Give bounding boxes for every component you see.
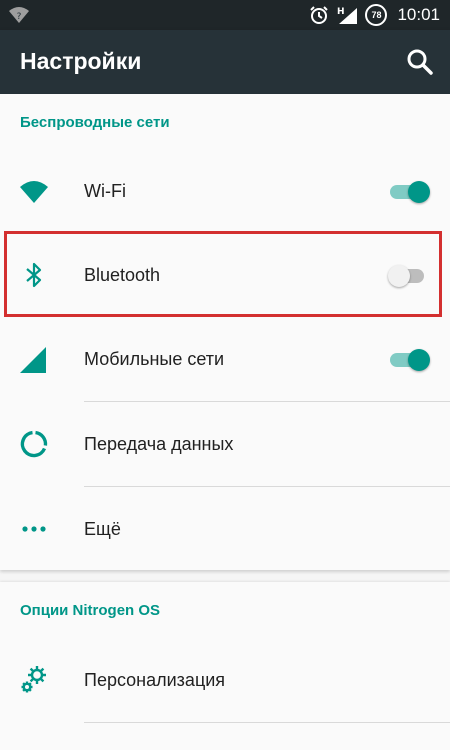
page-title: Настройки [20, 48, 142, 74]
mobile-networks-toggle[interactable] [388, 349, 430, 371]
wireless-networks-card: Беспроводные сети Wi-Fi Bluetooth Мобиль… [0, 94, 450, 570]
setting-row-more[interactable]: Ещё [0, 487, 450, 571]
data-usage-icon [20, 430, 48, 458]
battery-level: 78 [371, 10, 382, 20]
app-bar: Настройки [0, 30, 450, 94]
setting-row-personalization[interactable]: Персонализация [0, 638, 450, 722]
bluetooth-toggle[interactable] [388, 265, 428, 287]
battery-icon: 78 [365, 4, 388, 26]
wifi-toggle[interactable] [388, 181, 430, 203]
setting-label-more: Ещё [84, 519, 121, 539]
wifi-signal-unknown-icon: ? [9, 7, 29, 23]
cellular-signal-icon [20, 347, 46, 373]
wifi-icon [20, 181, 48, 203]
mobile-networks-toggle-thumb [408, 349, 430, 371]
bluetooth-icon [26, 262, 42, 288]
setting-row-wifi[interactable]: Wi-Fi [0, 149, 450, 233]
setting-row-data-usage[interactable]: Передача данных [0, 402, 450, 486]
divider [84, 722, 450, 723]
setting-label-bluetooth: Bluetooth [84, 265, 161, 285]
setting-row-mobile-networks[interactable]: Мобильные сети [0, 317, 450, 401]
section-header-wireless: Беспроводные сети [20, 114, 170, 131]
nitrogen-options-card: Опции Nitrogen OS Персонализация [0, 582, 450, 750]
bluetooth-toggle-thumb [388, 265, 410, 287]
alarm-clock-icon [310, 6, 329, 24]
status-bar: ? H 78 10:01 [0, 0, 450, 30]
setting-label-mobile-networks: Мобильные сети [84, 349, 225, 369]
wifi-toggle-thumb [408, 181, 430, 203]
mobile-signal-icon: H [337, 7, 358, 24]
setting-label-personalization: Персонализация [84, 670, 226, 690]
setting-row-bluetooth[interactable]: Bluetooth [0, 233, 450, 317]
more-dots-icon [22, 526, 46, 532]
gears-icon [21, 666, 46, 693]
search-icon[interactable] [404, 46, 436, 78]
setting-label-data-usage: Передача данных [84, 434, 234, 454]
section-header-nitrogen: Опции Nitrogen OS [20, 602, 161, 619]
network-type-label: H [337, 7, 345, 17]
clock: 10:01 [397, 5, 440, 24]
svg-text:?: ? [17, 12, 22, 22]
status-icons: H 78 10:01 [309, 4, 440, 26]
setting-label-wifi: Wi-Fi [84, 181, 126, 201]
